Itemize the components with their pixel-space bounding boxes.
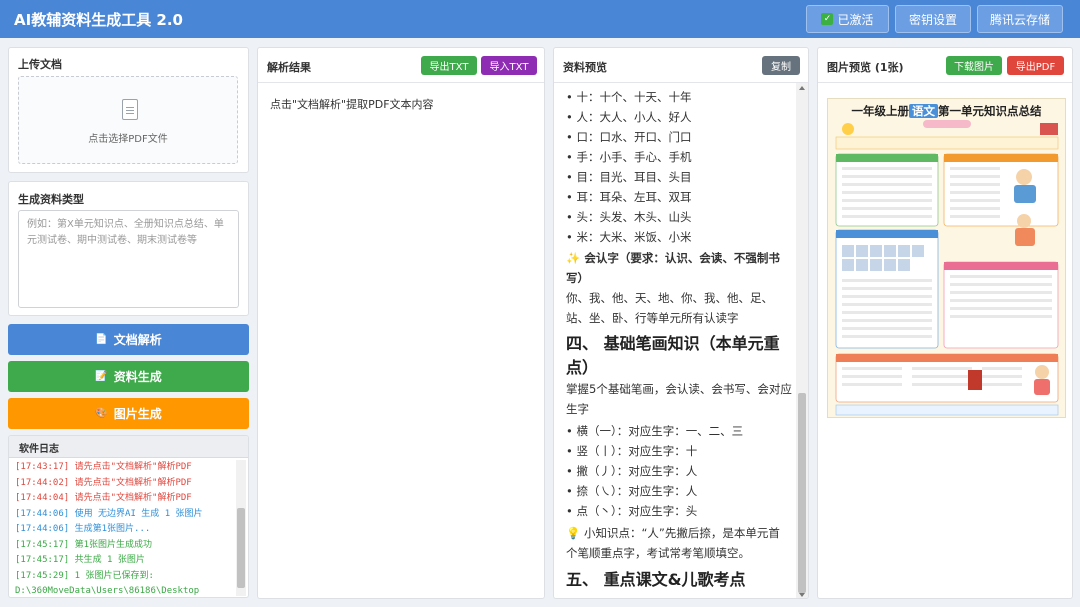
preview-line: 个笔顺重点字，考试常考笔顺填空。 [566, 546, 750, 560]
preview-line: • 横（一）：对应生字：一、二、三 [566, 424, 744, 438]
preview-line: • 目：目光、耳目、头目 [566, 170, 692, 184]
material-preview-content: • 十：十个、十天、十年 • 人：大人、小人、好人 • 口：口水、开口、门口 • 手：… [554, 83, 797, 598]
preview-line: • 耳：耳朵、左耳、双耳 [566, 190, 692, 204]
generate-material-button[interactable]: 📝 资料生成 [8, 361, 249, 392]
preview-line: • 捺（㇏）：对应生字：人 [566, 484, 698, 498]
preview-line: • 米：大米、米饭、小米 [566, 230, 692, 244]
preview-line: ✨ 会认字（要求：认识、会读、不强制书 [566, 251, 780, 265]
preview-line: • 点（丶）：对应生字：头 [566, 504, 698, 518]
app-title: AI教辅资料生成工具 2.0 [14, 11, 183, 29]
log-entry: [17:45:17] 第1张图片生成成功 [15, 539, 153, 550]
preview-line: • 手：小手、手心、手机 [566, 150, 692, 164]
checkbox-icon: ✓ [821, 13, 834, 25]
log-entry: [17:44:06] 使用 无边界AI 生成 1 张图片 [15, 508, 203, 519]
preview-line: • 十：十个、十天、十年 [566, 90, 692, 104]
image-preview-panel: 图片预览 (1张) 下载图片 导出PDF 一年级上册 语文 第一单元知识点总结 [817, 47, 1073, 599]
export-pdf-button[interactable]: 导出PDF [1007, 56, 1064, 75]
log-entry: [17:45:17] 共生成 1 张图片 [15, 555, 145, 565]
upload-title: 上传文档 [18, 58, 62, 71]
document-icon: 📄 [95, 334, 108, 345]
parse-document-label: 文档解析 [113, 333, 162, 347]
palette-icon: 🎨 [95, 408, 108, 419]
tencent-cloud-button[interactable]: 腾讯云存储 [977, 5, 1063, 33]
preview-line: 写） [566, 271, 589, 285]
log-list: [17:43:17] 请先点击"文档解析"解析PDF [17:44:02] 请先点… [15, 460, 237, 597]
poster-artwork [835, 123, 1059, 416]
preview-line: 你、我、他、天、地、你、我、他、足、 [566, 291, 773, 305]
material-preview-title: 资料预览 [563, 61, 607, 74]
preview-scrollbar[interactable] [796, 83, 808, 598]
preview-line: 掌握5个基础笔画，会认读、会书写、会对应 [566, 382, 792, 396]
scroll-down-icon[interactable] [799, 593, 805, 597]
key-settings-button[interactable]: 密钥设置 [895, 5, 971, 33]
log-entry: [17:44:06] 生成第1张图片... [15, 524, 151, 534]
log-entry: [17:45:29] 1 张图片已保存到: D:\360MoveData\Use… [15, 570, 200, 597]
upload-hint: 点击选择PDF文件 [88, 134, 168, 145]
image-preview-title: 图片预览 (1张) [827, 61, 904, 74]
parse-result-title: 解析结果 [267, 61, 311, 74]
preview-line: • 竖（丨）：对应生字：十 [566, 444, 698, 458]
scroll-up-icon[interactable] [799, 86, 805, 90]
material-type-panel: 生成资料类型 例如：第X单元知识点、全册知识点总结、单元测试卷、期中测试卷、期末… [8, 181, 249, 316]
preview-line: 生字 [566, 402, 589, 416]
preview-line: 💡 小知识点：“人”先撇后捺，是本单元首 [566, 526, 780, 540]
parse-result-hint: 点击"文档解析"提取PDF文本内容 [270, 98, 434, 111]
log-entry: [17:44:02] 请先点击"文档解析"解析PDF [15, 477, 192, 488]
import-txt-button[interactable]: 导入TXT [481, 56, 537, 75]
log-panel: 软件日志 [17:43:17] 请先点击"文档解析"解析PDF [17:44:02… [8, 435, 249, 598]
notepad-icon: 📝 [95, 371, 108, 382]
preview-heading: 四、 基础笔画知识（本单元重 [566, 334, 780, 353]
export-txt-button[interactable]: 导出TXT [421, 56, 477, 75]
pdf-upload-dropzone[interactable]: 点击选择PDF文件 [18, 76, 238, 164]
generate-image-button[interactable]: 🎨 图片生成 [8, 398, 249, 429]
preview-line: • 头：头发、木头、山头 [566, 210, 692, 224]
material-type-title: 生成资料类型 [18, 193, 84, 206]
upload-panel: 上传文档 点击选择PDF文件 [8, 47, 249, 173]
preview-line: 站、坐、卧、行等单元所有认读字 [566, 311, 739, 325]
download-image-button[interactable]: 下载图片 [946, 56, 1002, 75]
log-entry: [17:44:04] 请先点击"文档解析"解析PDF [15, 493, 192, 503]
material-preview-panel: 资料预览 复制 • 十：十个、十天、十年 • 人：大人、小人、好人 • 口：口水、开… [553, 47, 809, 599]
generate-image-label: 图片生成 [113, 407, 162, 421]
preview-heading: 点） [566, 358, 599, 377]
preview-line: • 撇（丿）：对应生字：人 [566, 464, 698, 478]
copy-button[interactable]: 复制 [762, 56, 800, 75]
parse-result-panel: 解析结果 导出TXT 导入TXT 点击"文档解析"提取PDF文本内容 [257, 47, 545, 599]
log-scrollbar[interactable] [236, 460, 246, 596]
document-icon [122, 99, 138, 120]
log-title: 软件日志 [9, 436, 248, 458]
preview-line: • 口：口水、开口、门口 [566, 130, 692, 144]
material-type-textarea[interactable]: 例如：第X单元知识点、全册知识点总结、单元测试卷、期中测试卷、期末测试卷等 [18, 210, 239, 308]
activated-button[interactable]: ✓ 已激活 [806, 5, 889, 33]
generate-material-label: 资料生成 [113, 370, 162, 384]
activated-label: 已激活 [837, 12, 874, 27]
preview-line: • 人：大人、小人、好人 [566, 110, 692, 124]
title-bar: AI教辅资料生成工具 2.0 ✓ 已激活 密钥设置 腾讯云存储 [0, 0, 1080, 38]
generated-image[interactable]: 一年级上册 语文 第一单元知识点总结 [827, 98, 1066, 418]
parse-document-button[interactable]: 📄 文档解析 [8, 324, 249, 355]
log-entry: [17:43:17] 请先点击"文档解析"解析PDF [15, 462, 192, 472]
preview-heading: 五、 重点课文&儿歌考点 [566, 570, 746, 589]
